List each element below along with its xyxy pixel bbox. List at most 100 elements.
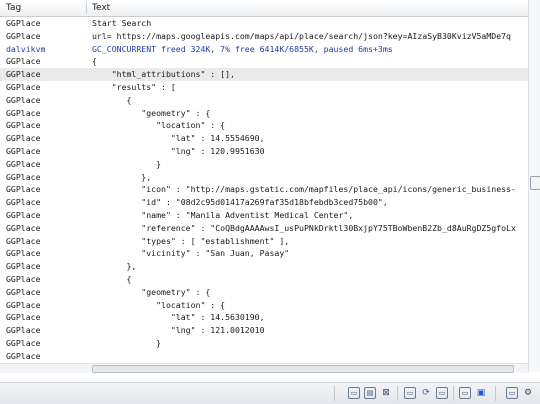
log-row[interactable]: GGPlace } bbox=[0, 337, 528, 350]
log-row[interactable]: GGPlace "name" : "Manila Adventist Medic… bbox=[0, 209, 528, 222]
log-tag: GGPlace bbox=[6, 18, 41, 28]
log-message: "geometry" : { bbox=[92, 107, 211, 118]
log-row[interactable]: GGPlace "geometry" : { bbox=[0, 286, 528, 299]
log-message: "reference" : "CoQBdgAAAAwsI_usPuPNkDrkt… bbox=[92, 222, 516, 233]
window-split-icon[interactable]: ▤ bbox=[364, 387, 376, 399]
log-message: { bbox=[92, 94, 132, 105]
log-message: "lat" : 14.5630190, bbox=[92, 312, 265, 323]
log-row[interactable]: GGPlace "vicinity" : "San Juan, Pasay" bbox=[0, 247, 528, 260]
log-message: { bbox=[92, 273, 132, 284]
log-row[interactable]: GGPlace Start Search bbox=[0, 17, 528, 30]
log-row[interactable]: GGPlace "types" : [ "establishment" ], bbox=[0, 235, 528, 248]
log-row[interactable]: GGPlace "lng" : 121.0012010 bbox=[0, 324, 528, 337]
log-row[interactable]: GGPlace "location" : { bbox=[0, 299, 528, 312]
log-message: "types" : [ "establishment" ], bbox=[92, 235, 290, 246]
log-tag: GGPlace bbox=[6, 94, 41, 105]
log-message: "location" : { bbox=[92, 120, 226, 131]
log-message: "vicinity" : "San Juan, Pasay" bbox=[92, 248, 290, 259]
log-row[interactable]: GGPlace "geometry" : { bbox=[0, 107, 528, 120]
log-tag: GGPlace bbox=[6, 261, 41, 272]
log-message: GC_CONCURRENT freed 324K, 7% free 6414K/… bbox=[92, 43, 393, 54]
log-tag: GGPlace bbox=[6, 145, 41, 156]
log-row[interactable]: GGPlace "id" : "08d2c95d01417a269faf35d1… bbox=[0, 196, 528, 209]
text-column-header[interactable]: Text bbox=[92, 3, 110, 13]
log-message: "icon" : "http://maps.gstatic.com/mapfil… bbox=[92, 184, 516, 195]
log-tag: GGPlace bbox=[6, 209, 41, 220]
vertical-scroll-thumb[interactable] bbox=[530, 176, 540, 190]
log-tag: GGPlace bbox=[6, 325, 41, 336]
log-tag: GGPlace bbox=[6, 107, 41, 118]
status-bar: ▭ ▤ ⊠ ▭ ⟳ ▭ ▭ ▣ ▭ ⚙ bbox=[0, 382, 540, 404]
log-tag: GGPlace bbox=[6, 273, 41, 284]
horizontal-scroll-thumb[interactable] bbox=[92, 365, 514, 373]
log-message: url= https://maps.googleapis.com/maps/ap… bbox=[92, 30, 511, 41]
log-tag: GGPlace bbox=[6, 350, 41, 361]
log-tag: GGPlace bbox=[6, 158, 41, 169]
tag-column-header[interactable]: Tag bbox=[6, 3, 21, 13]
log-tag: GGPlace bbox=[6, 299, 41, 310]
log-message: "name" : "Manila Adventist Medical Cente… bbox=[92, 209, 354, 220]
log-row[interactable]: GGPlace "results" : [ bbox=[0, 81, 528, 94]
log-tag: GGPlace bbox=[6, 197, 41, 208]
log-tag: GGPlace bbox=[6, 171, 41, 182]
log-row[interactable]: GGPlace "html_attributions" : [], bbox=[0, 68, 528, 81]
log-row[interactable]: dalvikvm GC_CONCURRENT freed 324K, 7% fre… bbox=[0, 43, 528, 56]
toolbar-separator bbox=[453, 386, 454, 401]
log-row[interactable]: GGPlace "lat" : 14.5554690, bbox=[0, 132, 528, 145]
log-tag: GGPlace bbox=[6, 235, 41, 246]
window-icon[interactable]: ▭ bbox=[459, 387, 471, 399]
log-row[interactable]: GGPlace "location" : { bbox=[0, 119, 528, 132]
log-row[interactable]: GGPlace { bbox=[0, 94, 528, 107]
log-row[interactable]: GGPlace "icon" : "http://maps.gstatic.co… bbox=[0, 183, 528, 196]
new-window-icon[interactable]: ▭ bbox=[436, 387, 448, 399]
log-row[interactable]: GGPlace "lng" : 120.9951630 bbox=[0, 145, 528, 158]
log-tag: GGPlace bbox=[6, 69, 41, 80]
log-tag: GGPlace bbox=[6, 312, 41, 323]
log-message: "id" : "08d2c95d01417a269faf35d18bfebdb3… bbox=[92, 197, 388, 208]
refresh-icon[interactable]: ⟳ bbox=[420, 387, 432, 399]
log-message: Start Search bbox=[92, 18, 152, 28]
log-row[interactable]: GGPlace bbox=[0, 350, 528, 363]
log-row[interactable]: GGPlace }, bbox=[0, 260, 528, 273]
vertical-scrollbar[interactable] bbox=[528, 0, 540, 372]
log-message: "geometry" : { bbox=[92, 286, 211, 297]
column-divider[interactable] bbox=[86, 2, 87, 14]
log-tag: GGPlace bbox=[6, 337, 41, 348]
log-table-header: Tag Text bbox=[0, 0, 528, 17]
settings-icon[interactable]: ⚙ bbox=[522, 387, 534, 399]
log-message: { bbox=[92, 56, 97, 67]
log-tag: GGPlace bbox=[6, 133, 41, 144]
log-tag: GGPlace bbox=[6, 120, 41, 131]
log-row[interactable]: GGPlace }, bbox=[0, 171, 528, 184]
log-tag: dalvikvm bbox=[6, 43, 46, 54]
log-tag: GGPlace bbox=[6, 286, 41, 297]
log-message: "lng" : 120.9951630 bbox=[92, 145, 265, 156]
toolbar-separator bbox=[397, 386, 398, 401]
log-tag: GGPlace bbox=[6, 30, 41, 41]
window-icon[interactable]: ▭ bbox=[506, 387, 518, 399]
log-tag: GGPlace bbox=[6, 184, 41, 195]
toolbar-separator bbox=[495, 386, 496, 401]
log-message: }, bbox=[92, 261, 137, 272]
toolbar-separator bbox=[334, 386, 335, 401]
log-message: "results" : [ bbox=[92, 81, 176, 92]
window-icon[interactable]: ▭ bbox=[348, 387, 360, 399]
log-tag: GGPlace bbox=[6, 56, 41, 67]
monitor-icon[interactable]: ▣ bbox=[475, 387, 487, 399]
log-message: "lat" : 14.5554690, bbox=[92, 133, 265, 144]
log-message: } bbox=[92, 158, 162, 169]
log-list[interactable]: GGPlace Start Search GGPlace url= https://m… bbox=[0, 17, 528, 363]
log-row[interactable]: GGPlace "lat" : 14.5630190, bbox=[0, 311, 528, 324]
log-row[interactable]: GGPlace { bbox=[0, 55, 528, 68]
log-row[interactable]: GGPlace { bbox=[0, 273, 528, 286]
horizontal-scrollbar[interactable] bbox=[0, 363, 528, 373]
log-row[interactable]: GGPlace } bbox=[0, 158, 528, 171]
log-row[interactable]: GGPlace "reference" : "CoQBdgAAAAwsI_usP… bbox=[0, 222, 528, 235]
log-tag: GGPlace bbox=[6, 222, 41, 233]
log-message: }, bbox=[92, 171, 152, 182]
window-icon[interactable]: ▭ bbox=[404, 387, 416, 399]
log-tag: GGPlace bbox=[6, 81, 41, 92]
log-row[interactable]: GGPlace url= https://maps.googleapis.com/… bbox=[0, 30, 528, 43]
log-message: "html_attributions" : [], bbox=[92, 69, 235, 80]
close-window-icon[interactable]: ⊠ bbox=[380, 387, 392, 399]
